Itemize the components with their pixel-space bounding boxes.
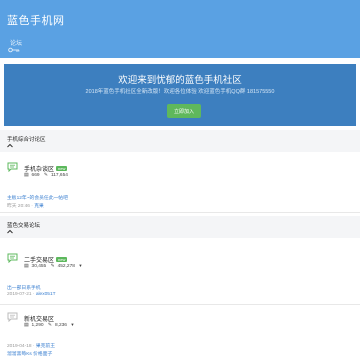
chevron-up-icon[interactable] (7, 229, 13, 234)
last-post-date: 2019-07-21 (7, 292, 32, 297)
thread-count: 1,290 (31, 323, 44, 328)
banner-subtitle: 2018年蓝色手机社区全新改版！欢迎各位体验 欢迎蓝色手机QQ群 1815755… (85, 89, 275, 95)
last-post-title[interactable]: 出一部日系手机 (7, 284, 41, 291)
site-title[interactable]: 蓝色手机网 (7, 12, 65, 28)
posts-icon: ✎ (47, 323, 52, 328)
more-icon[interactable]: ▾ (71, 323, 73, 328)
new-badge: new (56, 257, 68, 262)
join-now-button[interactable]: 立即加入 (167, 104, 201, 118)
last-post-title[interactable]: 主板12年~的会员任此一帖吧 (7, 194, 68, 201)
last-post-user[interactable]: alex051T (36, 292, 56, 297)
threads-icon: ▤ (24, 264, 29, 269)
nav-link-forum[interactable]: 论坛 (10, 38, 22, 47)
forum-name[interactable]: 手机杂谈区 new (24, 164, 68, 173)
section-title: 蓝色交易论坛 (7, 223, 41, 229)
post-count: 452,278 (57, 264, 75, 269)
forum-name[interactable]: 新机交易区 (24, 314, 54, 323)
forum-stats: ▤ 669 ✎ 117,654 (24, 173, 71, 178)
welcome-banner: 欢迎来到忧郁的蓝色手机社区 2018年蓝色手机社区全新改版！欢迎各位体验 欢迎蓝… (4, 64, 356, 126)
last-post-meta: 2019-07-21 · alex051T (7, 292, 56, 297)
last-post-meta: 昨天 20:46 · 克果 (7, 204, 44, 209)
chevron-up-icon[interactable] (7, 143, 13, 148)
divider (0, 304, 360, 305)
posts-icon: ✎ (43, 173, 48, 178)
last-post-user[interactable]: 克果 (34, 204, 44, 209)
site-header: 蓝色手机网 论坛 (0, 0, 360, 58)
last-post-meta: 2019-04-18 · 果克前王 (7, 344, 56, 349)
section-header[interactable]: 手机综合讨论区 (0, 130, 360, 152)
forum-icon (7, 312, 18, 322)
forum-stats: ▤ 1,290 ✎ 8,236 ▾ (24, 323, 77, 328)
threads-icon: ▤ (24, 173, 29, 178)
thread-count: 669 (31, 173, 40, 178)
last-post-date: 2019-04-18 (7, 344, 32, 349)
post-count: 8,236 (54, 323, 67, 328)
divider (0, 212, 360, 213)
last-post-date: 昨天 20:46 (7, 204, 30, 209)
thread-count: 30,455 (31, 264, 47, 269)
forum-new-icon (7, 162, 18, 172)
section-title: 手机综合讨论区 (7, 137, 46, 143)
last-post-user[interactable]: 果克前王 (36, 344, 55, 349)
posts-icon: ✎ (50, 264, 55, 269)
threads-icon: ▤ (24, 323, 29, 328)
forum-new-icon (7, 253, 18, 263)
section-header[interactable]: 蓝色交易论坛 (0, 216, 360, 238)
forum-stats: ▤ 30,455 ✎ 452,278 ▾ (24, 264, 85, 269)
key-icon[interactable] (8, 47, 20, 53)
new-badge: new (56, 166, 68, 171)
more-icon[interactable]: ▾ (79, 264, 81, 269)
banner-title: 欢迎来到忧郁的蓝色手机社区 (118, 75, 242, 86)
forum-name[interactable]: 二手交易区 new (24, 255, 68, 264)
last-post-title[interactable]: 溜溜黑莓Ks 价格面子 (7, 350, 52, 357)
post-count: 117,654 (50, 173, 68, 178)
